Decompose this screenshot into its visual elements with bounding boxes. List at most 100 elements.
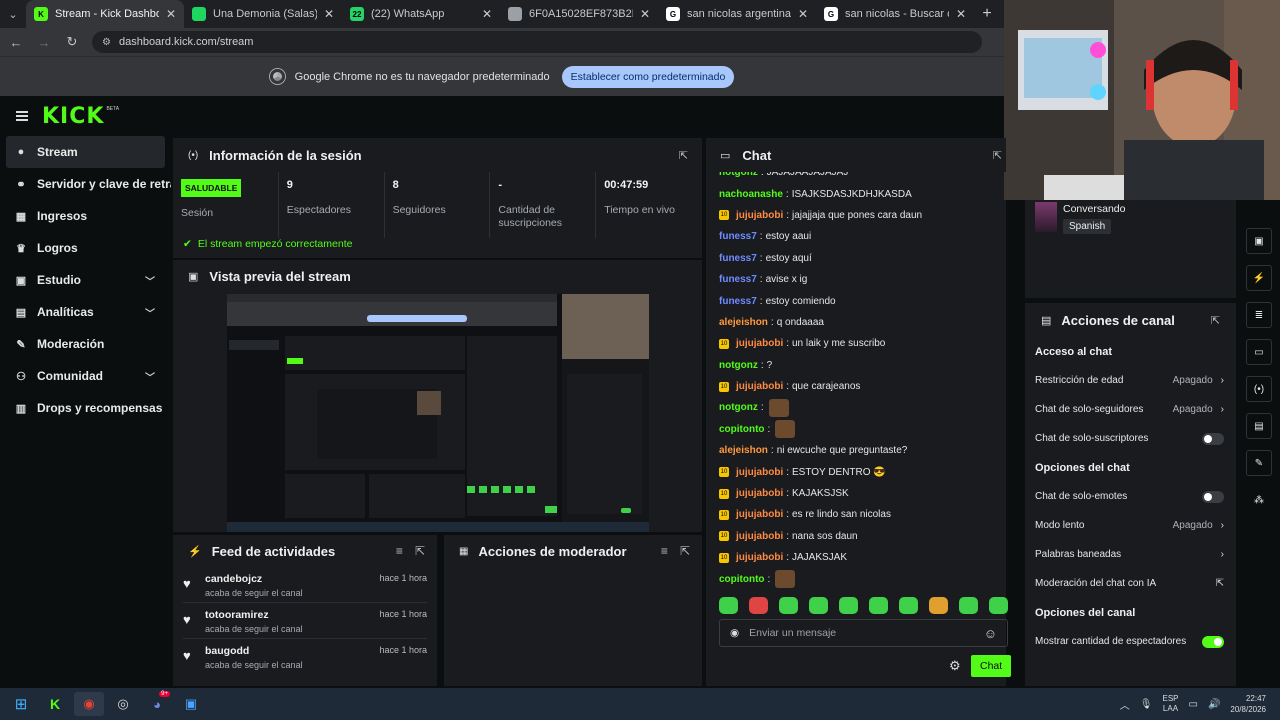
emote-icon[interactable] [929, 597, 948, 614]
chat-username[interactable]: jujujabobi [736, 338, 783, 349]
chevron-right-icon[interactable]: › [1221, 520, 1224, 531]
chevron-right-icon[interactable]: › [1221, 549, 1224, 560]
chrome-taskbar-icon[interactable]: ◉ [74, 692, 104, 716]
channel-action-row[interactable]: Chat de solo-suscriptores [1025, 424, 1236, 453]
emote-icon[interactable] [959, 597, 978, 614]
list-icon[interactable]: ≣ [1246, 302, 1272, 328]
browser-tab[interactable]: 6F0A15028EF873B2F02E9EBCF4... ✕ [500, 0, 658, 28]
channel-action-row[interactable]: Mostrar cantidad de espectadores [1025, 627, 1236, 656]
kick-logo[interactable]: KICK [42, 104, 104, 129]
chat-username[interactable]: jujujabobi [736, 552, 783, 563]
browser-tab[interactable]: Una Demonia (Salas) • xpe... ✕ [184, 0, 342, 28]
popout-icon[interactable]: ⇱ [415, 544, 425, 558]
chat-username[interactable]: funess7 [719, 296, 757, 307]
mic-icon[interactable]: 🎙 [1140, 699, 1153, 710]
toggle-switch[interactable] [1202, 635, 1224, 648]
channel-action-row[interactable]: Moderación del chat con IA ⇱ [1025, 569, 1236, 598]
tab-search-dropdown[interactable]: ⌄ [0, 0, 26, 28]
close-tab-icon[interactable]: ✕ [956, 7, 966, 21]
forward-icon[interactable]: → [36, 35, 52, 50]
sidebar-item[interactable]: ▣ Estudio ﹀ [0, 264, 171, 296]
chevron-right-icon[interactable]: › [1221, 404, 1224, 415]
video-icon[interactable]: ▣ [1246, 228, 1272, 254]
app-icon[interactable]: ▣ [176, 692, 206, 716]
chevron-down-icon[interactable]: ﹀ [145, 273, 155, 288]
browser-tab[interactable]: Gsan nicolas - Buscar con Google ✕ [816, 0, 974, 28]
chat-username[interactable]: jujujabobi [736, 488, 783, 499]
emote-icon[interactable] [779, 597, 798, 614]
tray-chevron-icon[interactable]: ︿ [1120, 697, 1130, 712]
sidebar-item[interactable]: ✎ Moderación [0, 328, 171, 360]
close-tab-icon[interactable]: ✕ [166, 7, 176, 21]
chat-username[interactable]: notgonz [719, 402, 758, 413]
share-icon[interactable]: ⁂ [1246, 487, 1272, 513]
popout-icon[interactable]: ⇱ [680, 544, 690, 558]
stream-preview-video[interactable] [227, 294, 649, 532]
windows-start-icon[interactable]: ⊞ [6, 692, 36, 716]
category-thumbnail[interactable] [1035, 202, 1057, 232]
menu-icon[interactable] [16, 111, 28, 121]
channel-action-row[interactable]: Restricción de edad Apagado › [1025, 366, 1236, 395]
chat-username[interactable]: jujujabobi [736, 531, 783, 542]
chat-username[interactable]: notgonz [719, 360, 758, 371]
sidebar-item[interactable]: ♛ Logros [0, 232, 171, 264]
emote-icon[interactable] [749, 597, 768, 614]
browser-tab[interactable]: Gsan nicolas argentina - Buscar c... ✕ [658, 0, 816, 28]
chat-username[interactable]: jujujabobi [736, 509, 783, 520]
chat-username[interactable]: copitonto [719, 424, 765, 435]
filter-icon[interactable]: ≡ [661, 544, 668, 558]
chat-username[interactable]: jujujabobi [736, 210, 783, 221]
chat-username[interactable]: jujujabobi [736, 467, 783, 478]
obs-icon[interactable]: ◎ [108, 692, 138, 716]
chevron-down-icon[interactable]: ﹀ [145, 305, 155, 320]
close-tab-icon[interactable]: ✕ [798, 7, 808, 21]
discord-icon[interactable]: ◕ 9+ [142, 691, 172, 716]
emote-icon[interactable] [989, 597, 1008, 614]
url-input[interactable]: ⚙ dashboard.kick.com/stream [92, 31, 982, 53]
volume-icon[interactable]: 🔊 [1208, 699, 1220, 710]
sidebar-item[interactable]: ● Stream [6, 136, 165, 168]
filter-icon[interactable]: ≡ [396, 544, 403, 558]
chat-username[interactable]: alejeishon [719, 445, 768, 456]
chat-username[interactable]: funess7 [719, 274, 757, 285]
site-info-icon[interactable]: ⚙ [102, 37, 111, 48]
sidebar-item[interactable]: ⚭ Servidor y clave de retransmisión [0, 168, 171, 200]
browser-tab[interactable]: 22 (22) WhatsApp ✕ [342, 0, 500, 28]
toggle-switch[interactable] [1202, 432, 1224, 445]
back-icon[interactable]: ← [8, 35, 24, 50]
feed-username[interactable]: baugodd [205, 645, 303, 657]
sidebar-item[interactable]: ⚇ Comunidad ﹀ [0, 360, 171, 392]
emoji-picker-icon[interactable]: ◉ [730, 627, 739, 639]
chat-username[interactable]: nachoanashe [719, 189, 783, 200]
chat-settings-icon[interactable]: ⚙ [949, 658, 961, 674]
close-tab-icon[interactable]: ✕ [640, 7, 650, 21]
feed-username[interactable]: candebojcz [205, 573, 303, 585]
feed-username[interactable]: totooramirez [205, 609, 303, 621]
smiley-icon[interactable]: ☺ [984, 626, 997, 641]
set-default-button[interactable]: Establecer como predeterminado [561, 65, 735, 88]
close-tab-icon[interactable]: ✕ [324, 7, 334, 21]
toggle-switch[interactable] [1202, 490, 1224, 503]
network-icon[interactable]: ▭ [1189, 699, 1198, 710]
channel-action-row[interactable]: Palabras baneadas › [1025, 540, 1236, 569]
emote-icon[interactable] [719, 597, 738, 614]
sidebar-item[interactable]: ▤ Analíticas ﹀ [0, 296, 171, 328]
kick-app-icon[interactable]: K [40, 692, 70, 716]
wrench-icon[interactable]: ✎ [1246, 450, 1272, 476]
channel-action-row[interactable]: Modo lento Apagado › [1025, 511, 1236, 540]
emote-icon[interactable] [899, 597, 918, 614]
emote-icon[interactable] [839, 597, 858, 614]
chat-username[interactable]: jujujabobi [736, 381, 783, 392]
broadcast-icon[interactable]: (•) [1246, 376, 1272, 402]
sidebar-item[interactable]: ▥ Drops y recompensas [0, 392, 171, 424]
browser-tab[interactable]: K Stream - Kick Dashboard ✕ [26, 0, 184, 28]
channel-action-row[interactable]: Chat de solo-emotes [1025, 482, 1236, 511]
bolt-icon[interactable]: ⚡ [1246, 265, 1272, 291]
external-link-icon[interactable]: ⇱ [1216, 578, 1224, 589]
clipboard-icon[interactable]: ▤ [1246, 413, 1272, 439]
clock[interactable]: 22:47 20/8/2026 [1230, 693, 1266, 715]
chat-username[interactable]: copitonto [719, 574, 765, 585]
input-language[interactable]: ESP LAA [1162, 694, 1178, 714]
chevron-right-icon[interactable]: › [1221, 375, 1224, 386]
chat-username[interactable]: alejeishon [719, 317, 768, 328]
